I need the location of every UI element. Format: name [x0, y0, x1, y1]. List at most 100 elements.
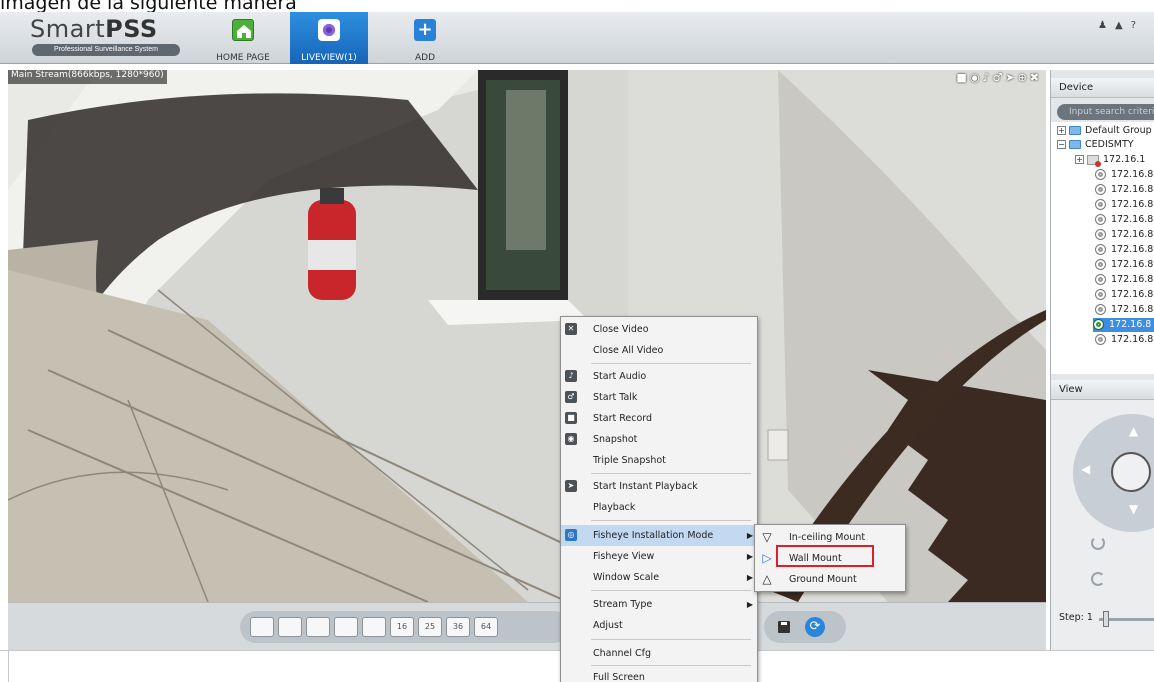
wall-mount-highlight-box [776, 545, 874, 567]
layout-1-button[interactable] [250, 617, 274, 637]
video-pane[interactable]: Main Stream(866kbps, 1280*960) ■◉♪♂➤⊕✖ [8, 70, 1046, 602]
folder-icon [1069, 140, 1081, 149]
camera-icon [1095, 229, 1106, 240]
tree-node-cedismty[interactable]: − CEDISMTY [1057, 138, 1134, 152]
layout-36-button[interactable]: 36 [446, 617, 470, 637]
tree-node-default-group[interactable]: + Default Group [1057, 124, 1152, 138]
tree-node-camera[interactable]: 172.16.8 [1095, 243, 1153, 257]
ptz-center-button[interactable] [1111, 452, 1151, 492]
menu-separator [591, 473, 751, 474]
tree-node-camera-selected[interactable]: 172.16.8 [1093, 318, 1154, 332]
audio-icon[interactable]: ♪ [982, 71, 992, 84]
layout-25-button[interactable]: 25 [418, 617, 442, 637]
ptz-up-arrow-icon[interactable]: ▲ [1129, 424, 1138, 438]
submenu-arrow-icon: ▶ [746, 531, 753, 540]
collapse-icon[interactable]: − [1057, 140, 1066, 149]
tree-node-dvr[interactable]: +172.16.1 [1075, 153, 1145, 167]
menu-channel-cfg[interactable]: Channel Cfg [561, 643, 757, 664]
submenu-arrow-icon: ▶ [746, 600, 753, 609]
lock-icon[interactable]: ▲ [1115, 20, 1131, 31]
device-search-input[interactable]: Input search criteria [1057, 104, 1154, 120]
tree-node-camera[interactable]: 172.16.8 [1095, 333, 1153, 347]
menu-start-audio[interactable]: ♪ Start Audio [561, 366, 757, 387]
menu-start-talk[interactable]: ♂ Start Talk [561, 387, 757, 408]
video-toolbar[interactable]: ■◉♪♂➤⊕✖ [956, 71, 1042, 84]
pointer-icon[interactable]: ➤ [1005, 71, 1017, 84]
tree-node-camera[interactable]: 172.16.8 [1095, 273, 1153, 287]
brand-subtitle: Professional Surveillance System [32, 44, 180, 56]
rotate-clockwise-icon[interactable] [1091, 536, 1105, 550]
layout-9-button[interactable] [362, 617, 386, 637]
device-tree: + Default Group − CEDISMTY +172.16.1 172.1… [1051, 122, 1154, 374]
refresh-icon[interactable]: ⟳ [805, 617, 825, 637]
tree-node-camera[interactable]: 172.16.8 [1095, 258, 1153, 272]
submenu-ground-mount[interactable]: △ Ground Mount [755, 569, 905, 590]
tree-node-camera[interactable]: 172.16.8 [1095, 228, 1153, 242]
tree-node-camera[interactable]: 172.16.8 [1095, 288, 1153, 302]
menu-separator [591, 590, 751, 591]
tree-node-camera[interactable]: 172.16.8 [1095, 303, 1153, 317]
top-bar: SmartPSS Professional Surveillance Syste… [0, 12, 1154, 64]
close-icon: ✕ [565, 323, 577, 335]
microphone-icon[interactable]: ♂ [992, 71, 1005, 84]
menu-start-instant-playback[interactable]: ➤ Start Instant Playback [561, 476, 757, 497]
record-icon: ■ [565, 412, 577, 424]
stream-info: Main Stream(866kbps, 1280*960) [8, 70, 167, 84]
menu-separator [591, 665, 751, 666]
menu-start-record[interactable]: ■ Start Record [561, 408, 757, 429]
menu-fisheye-installation-mode[interactable]: ◎ Fisheye Installation Mode ▶ [561, 525, 757, 546]
menu-full-screen[interactable]: Full Screen [561, 667, 757, 682]
expand-icon[interactable]: + [1057, 126, 1066, 135]
home-page-label: HOME PAGE [216, 53, 270, 63]
window-tray-icons[interactable]: ♟▲? [1098, 20, 1144, 31]
camera-active-icon [1093, 319, 1104, 330]
layout-16-button[interactable]: 16 [390, 617, 414, 637]
tree-node-camera[interactable]: 172.16.8 [1095, 213, 1153, 227]
rotate-counterclockwise-icon[interactable] [1091, 572, 1105, 586]
layout-64-button[interactable]: 64 [474, 617, 498, 637]
menu-stream-type[interactable]: Stream Type ▶ [561, 594, 757, 615]
record-icon[interactable]: ■ [956, 71, 969, 84]
liveview-tab[interactable]: LIVEVIEW(1) [290, 12, 368, 64]
layout-4-button[interactable] [278, 617, 302, 637]
menu-separator [591, 639, 751, 640]
home-page-button[interactable]: HOME PAGE [208, 12, 278, 64]
instant-playback-icon: ➤ [565, 480, 577, 492]
menu-fisheye-view[interactable]: Fisheye View ▶ [561, 546, 757, 567]
menu-snapshot[interactable]: ◉ Snapshot [561, 429, 757, 450]
user-icon[interactable]: ♟ [1098, 20, 1115, 31]
expand-icon[interactable]: + [1075, 155, 1084, 164]
microphone-icon: ♂ [565, 391, 577, 403]
camera-icon [1095, 244, 1106, 255]
save-icon[interactable] [778, 621, 790, 633]
camera-icon [318, 19, 340, 41]
camera-icon [1095, 169, 1106, 180]
ptz-down-arrow-icon[interactable]: ▼ [1129, 502, 1138, 516]
layout-6-button[interactable] [306, 617, 330, 637]
menu-playback[interactable]: Playback [561, 497, 757, 518]
menu-triple-snapshot[interactable]: Triple Snapshot [561, 450, 757, 471]
step-slider-handle[interactable] [1103, 611, 1109, 627]
layout-8-button[interactable] [334, 617, 358, 637]
close-video-icon[interactable]: ✖ [1030, 71, 1042, 84]
tree-node-camera[interactable]: 172.16.8 [1095, 183, 1153, 197]
folder-icon [1069, 126, 1081, 135]
ptz-left-arrow-icon[interactable]: ◀ [1081, 462, 1090, 476]
tree-node-camera[interactable]: 172.16.8 [1095, 168, 1153, 182]
zoom-icon[interactable]: ⊕ [1018, 71, 1030, 84]
add-button[interactable]: + ADD [390, 12, 460, 64]
ceiling-mount-icon: ▽ [762, 530, 772, 544]
menu-adjust[interactable]: Adjust [561, 615, 757, 636]
device-panel-title: Device [1051, 78, 1154, 98]
menu-close-all-video[interactable]: Close All Video [561, 340, 757, 361]
menu-close-video[interactable]: ✕ Close Video [561, 319, 757, 340]
help-icon[interactable]: ? [1131, 20, 1144, 31]
camera-icon [1095, 199, 1106, 210]
step-label: Step: 1 [1059, 612, 1093, 623]
tree-node-camera[interactable]: 172.16.8 [1095, 198, 1153, 212]
menu-window-scale[interactable]: Window Scale ▶ [561, 567, 757, 588]
layout-toolbar: 16 25 36 64 ⟳ [8, 602, 1046, 650]
camera-icon [1095, 334, 1106, 345]
snapshot-icon[interactable]: ◉ [970, 71, 983, 84]
liveview-label: LIVEVIEW(1) [301, 53, 357, 63]
